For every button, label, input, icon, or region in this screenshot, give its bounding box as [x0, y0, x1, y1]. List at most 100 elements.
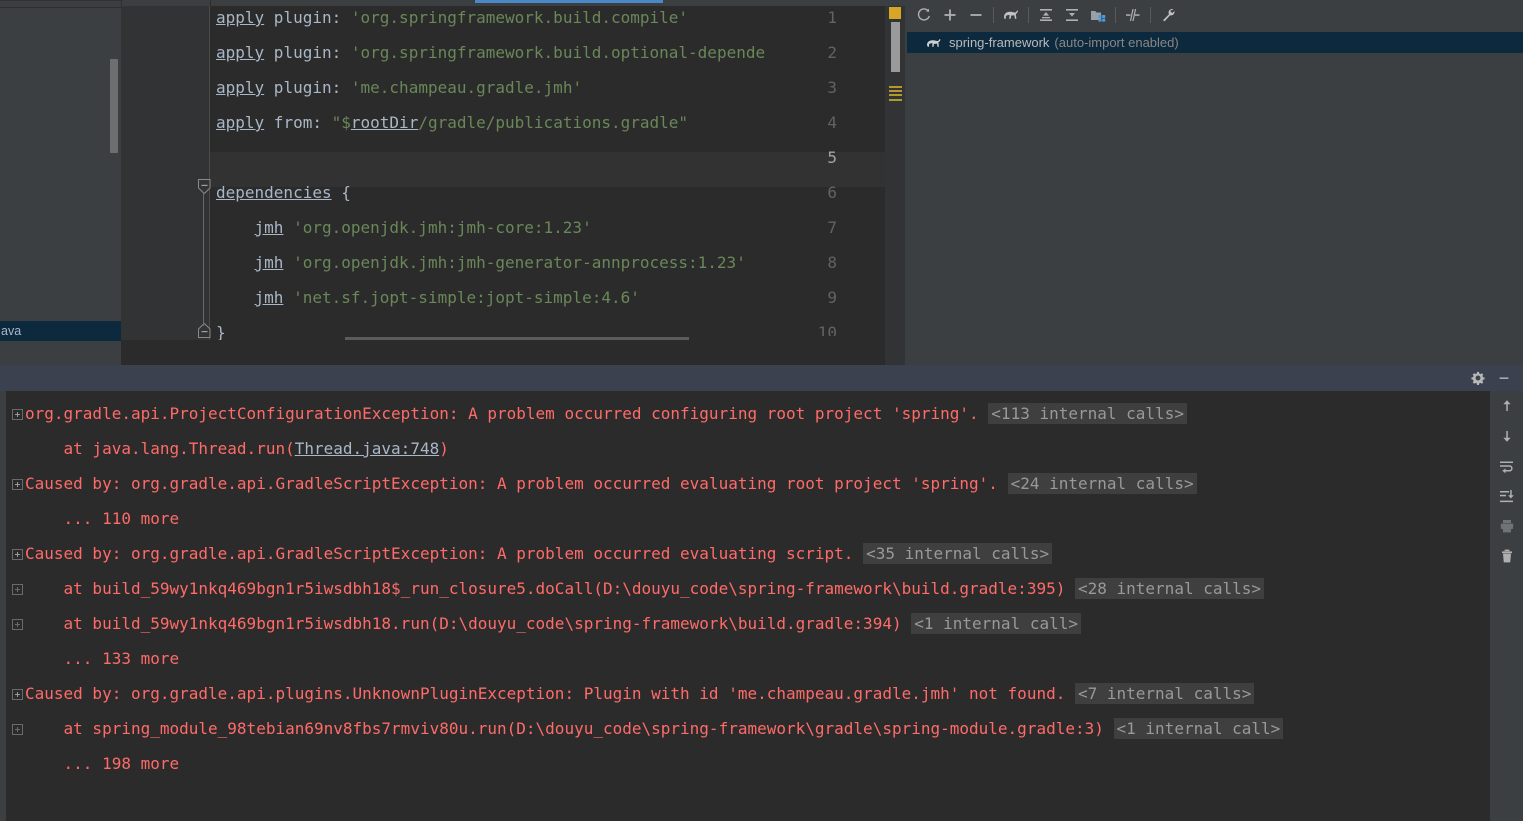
console-header-actions [1463, 365, 1523, 391]
execute-gradle-task-icon[interactable] [998, 2, 1024, 28]
expand-stacktrace-icon[interactable] [12, 584, 23, 595]
folded-frames-badge[interactable]: <24 internal calls> [1007, 473, 1197, 494]
console-line[interactable]: Caused by: org.gradle.api.GradleScriptEx… [12, 466, 1197, 501]
code-token: : [331, 78, 342, 97]
console-line[interactable]: Caused by: org.gradle.api.GradleScriptEx… [12, 536, 1053, 571]
code-token: : [331, 43, 342, 62]
code-token: 'org.springframework.build.optional-depe… [350, 43, 766, 62]
project-tree-selected-item[interactable]: ava [0, 321, 121, 341]
folded-frames-badge[interactable]: <35 internal calls> [863, 543, 1053, 564]
console-text: at build_59wy1nkq469bgn1r5iwsdbh18.run(D… [25, 614, 902, 633]
code-token: plugin [264, 43, 332, 62]
expand-stacktrace-icon[interactable] [12, 479, 23, 490]
code-line[interactable]: jmh 'org.openjdk.jmh:jmh-generator-annpr… [216, 245, 746, 280]
console-output[interactable]: org.gradle.api.ProjectConfigurationExcep… [6, 391, 1490, 821]
soft-wrap-icon[interactable] [1490, 451, 1523, 481]
code-token: jmh [254, 218, 284, 237]
build-console-pane: org.gradle.api.ProjectConfigurationExcep… [0, 365, 1523, 821]
expand-all-icon[interactable] [1033, 2, 1059, 28]
console-text: Caused by: org.gradle.api.plugins.Unknow… [25, 684, 1066, 703]
active-tab-indicator[interactable] [475, 0, 663, 3]
code-token: "$ [331, 113, 351, 132]
stacktrace-link[interactable]: Thread.java:748 [295, 439, 440, 458]
code-line[interactable]: apply from: "$rootDir/gradle/publication… [216, 105, 688, 140]
console-line[interactable]: at java.lang.Thread.run(Thread.java:748) [12, 431, 449, 466]
console-text: ... 110 more [25, 509, 180, 528]
editor-vertical-scrollbar-thumb[interactable] [891, 22, 900, 72]
expand-stacktrace-icon[interactable] [12, 409, 23, 420]
console-line[interactable]: ... 110 more [12, 501, 180, 536]
folded-frames-badge[interactable]: <28 internal calls> [1074, 578, 1265, 599]
marker-stripe[interactable] [889, 94, 902, 96]
console-text: Caused by: org.gradle.api.GradleScriptEx… [25, 544, 854, 563]
warning-marker-icon[interactable] [889, 7, 901, 19]
console-header-bar [0, 365, 1523, 391]
code-line[interactable]: jmh 'net.sf.jopt-simple:jopt-simple:4.6' [216, 280, 640, 315]
gradle-settings-icon[interactable] [1155, 2, 1181, 28]
console-line[interactable]: at spring_module_98tebian69nv8fbs7rmviv8… [12, 711, 1284, 746]
console-line[interactable]: Caused by: org.gradle.api.plugins.Unknow… [12, 676, 1255, 711]
code-text-content[interactable]: apply plugin: 'org.springframework.build… [210, 6, 905, 365]
attach-gradle-project-icon[interactable] [937, 2, 963, 28]
console-line[interactable]: org.gradle.api.ProjectConfigurationExcep… [12, 396, 1187, 431]
code-line[interactable]: jmh 'org.openjdk.jmh:jmh-core:1.23' [216, 210, 592, 245]
show-gradle-modules-icon[interactable] [1085, 2, 1111, 28]
scroll-up-icon[interactable] [1490, 391, 1523, 421]
code-token: apply [216, 43, 265, 62]
folded-frames-badge[interactable]: <1 internal call> [1113, 718, 1284, 739]
toolbar-divider [1150, 7, 1151, 23]
scroll-down-icon[interactable] [1490, 421, 1523, 451]
code-line[interactable]: dependencies { [216, 175, 351, 210]
gradle-projects-tree[interactable]: spring-framework (auto-import enabled) [907, 32, 1523, 365]
gradle-tool-window: spring-framework (auto-import enabled) [905, 0, 1523, 365]
hide-console-icon[interactable] [1493, 367, 1515, 389]
code-line[interactable]: apply plugin: 'org.springframework.build… [216, 6, 688, 35]
toggle-offline-mode-icon[interactable] [1120, 2, 1146, 28]
code-token: 'org.springframework.build.compile' [350, 8, 689, 27]
marker-stripe[interactable] [889, 99, 902, 101]
gradle-project-note: (auto-import enabled) [1054, 35, 1179, 50]
console-line[interactable]: at build_59wy1nkq469bgn1r5iwsdbh18.run(D… [12, 606, 1081, 641]
refresh-all-gradle-projects-icon[interactable] [911, 2, 937, 28]
detach-gradle-project-icon[interactable] [963, 2, 989, 28]
expand-stacktrace-icon[interactable] [12, 689, 23, 700]
collapse-all-icon[interactable] [1059, 2, 1085, 28]
print-icon[interactable] [1490, 511, 1523, 541]
expand-stacktrace-icon[interactable] [12, 619, 23, 630]
folded-frames-badge[interactable]: <7 internal calls> [1074, 683, 1255, 704]
expand-stacktrace-icon[interactable] [12, 724, 23, 735]
scroll-to-end-icon[interactable] [1490, 481, 1523, 511]
clear-all-icon[interactable] [1490, 541, 1523, 571]
code-editor[interactable]: 1 2 3 4 5 6 7 8 9 10 apply plugin: 'org.springfra… [121, 6, 905, 365]
console-line[interactable]: at build_59wy1nkq469bgn1r5iwsdbh18$_run_… [12, 571, 1265, 606]
console-line[interactable]: ... 198 more [12, 746, 180, 781]
marker-stripe[interactable] [889, 90, 902, 92]
console-text: ... 133 more [25, 649, 180, 668]
console-line[interactable]: ... 133 more [12, 641, 180, 676]
folded-frames-badge[interactable]: <1 internal call> [911, 613, 1081, 634]
console-text: ... 198 more [25, 754, 180, 773]
gradle-project-name: spring-framework [949, 35, 1050, 50]
folded-frames-badge[interactable]: <113 internal calls> [988, 403, 1187, 424]
console-text: org.gradle.api.ProjectConfigurationExcep… [25, 404, 979, 423]
code-line[interactable]: apply plugin: 'org.springframework.build… [216, 35, 765, 70]
code-line[interactable]: apply plugin: 'me.champeau.gradle.jmh' [216, 70, 582, 105]
marker-stripe[interactable] [889, 86, 902, 88]
fold-expanded-icon[interactable] [197, 178, 211, 195]
code-token: plugin [264, 78, 332, 97]
project-tree-scrollbar[interactable] [110, 59, 118, 153]
console-settings-icon[interactable] [1467, 367, 1489, 389]
expand-stacktrace-icon[interactable] [12, 549, 23, 560]
project-tool-window-strip: ava [0, 0, 121, 365]
gradle-project-node[interactable]: spring-framework (auto-import enabled) [907, 32, 1523, 53]
